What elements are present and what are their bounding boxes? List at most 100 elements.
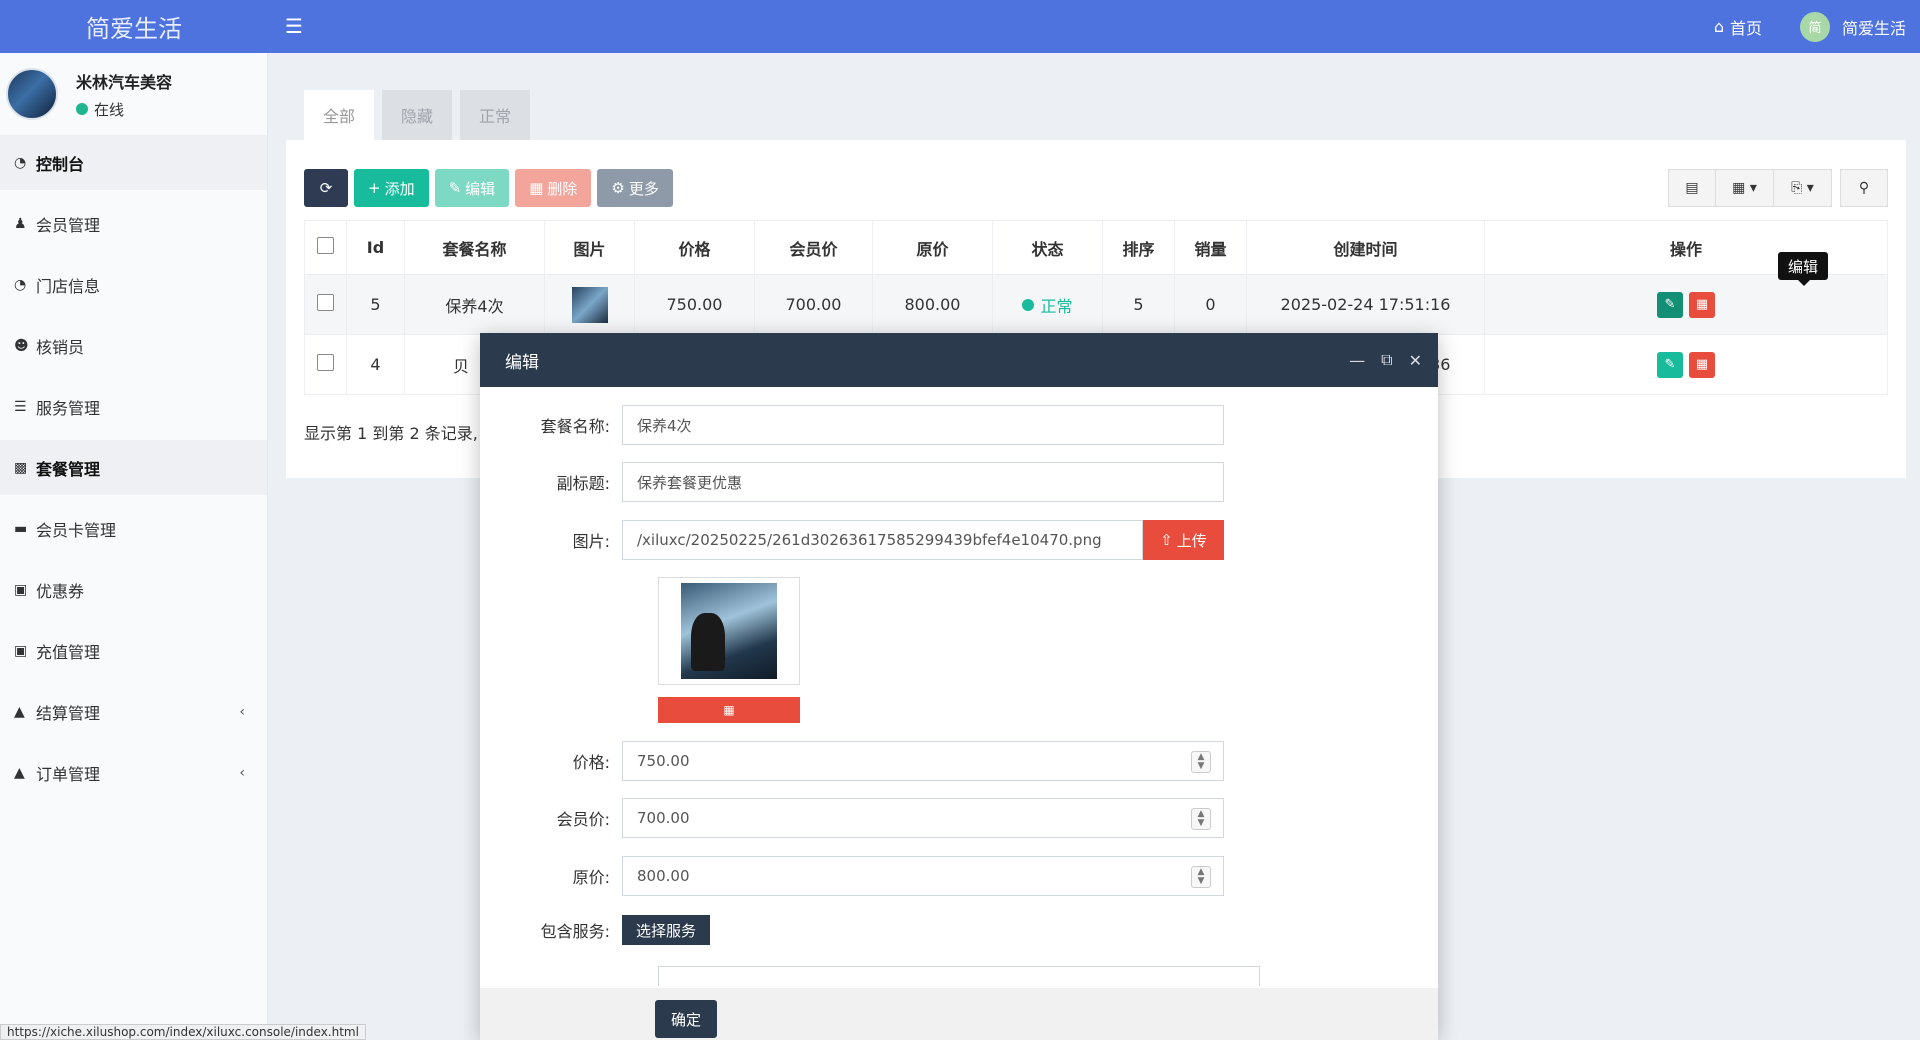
modal-header[interactable]: 编辑 — ⧉ ✕	[480, 333, 1438, 387]
remove-image-button[interactable]: ▦	[658, 697, 800, 723]
dashboard-icon: ◔	[14, 276, 27, 293]
form-row-price: 价格: 750.00 ▲ ▼	[480, 741, 1224, 781]
card-view-button[interactable]: ▤	[1668, 169, 1716, 207]
app-logo[interactable]: 简爱生活	[0, 0, 268, 53]
subtitle-field[interactable]: 保养套餐更优惠	[622, 462, 1224, 502]
image-path-field[interactable]: /xiluxc/20250225/261d30263617585299439bf…	[622, 520, 1143, 560]
row-delete-button[interactable]: ▦	[1689, 291, 1715, 318]
member-price-stepper[interactable]: ▲ ▼	[1191, 808, 1211, 830]
preview-image[interactable]	[681, 583, 777, 679]
add-label: 添加	[384, 179, 415, 198]
close-icon[interactable]: ✕	[1409, 351, 1422, 370]
col-sort[interactable]: 排序	[1102, 220, 1175, 275]
credit-card-icon: ▬	[14, 520, 28, 537]
refresh-button[interactable]: ⟳	[304, 169, 348, 207]
cell-sort: 5	[1102, 274, 1175, 335]
store-name: 米林汽车美容	[76, 72, 173, 92]
image-path-value: /xiluxc/20250225/261d30263617585299439bf…	[637, 531, 1102, 549]
columns-button[interactable]: ▦ ▾	[1716, 169, 1774, 207]
select-services-button[interactable]: 选择服务	[622, 915, 711, 945]
modal-footer: 确定	[480, 988, 1438, 1040]
sidebar-item-coupons[interactable]: ▣ 优惠券	[0, 562, 267, 617]
sidebar-item-members[interactable]: ♟ 会员管理	[0, 196, 267, 251]
tab-normal[interactable]: 正常	[460, 90, 530, 140]
user-menu[interactable]: 简 简爱生活	[1799, 11, 1906, 42]
services-field[interactable]	[658, 966, 1260, 986]
more-button[interactable]: ⚙ 更多	[597, 169, 673, 207]
original-price-stepper[interactable]: ▲ ▼	[1191, 866, 1211, 888]
select-all-checkbox[interactable]	[317, 237, 334, 254]
price-stepper[interactable]: ▲ ▼	[1191, 751, 1211, 773]
row-edit-button[interactable]: ✎	[1657, 351, 1683, 378]
price-field[interactable]: 750.00 ▲ ▼	[622, 741, 1224, 781]
row-checkbox[interactable]	[317, 294, 334, 311]
price-field-value: 750.00	[637, 752, 690, 770]
sidebar-item-verifiers[interactable]: ☻ 核销员	[0, 318, 267, 373]
sidebar-item-member-cards[interactable]: ▬ 会员卡管理	[0, 501, 267, 556]
member-price-field-value: 700.00	[637, 809, 690, 827]
confirm-button[interactable]: 确定	[655, 1000, 717, 1038]
table-tools: ▤ ▦ ▾ ⎘ ▾ ⚲	[1668, 169, 1888, 207]
user-icon: ♟	[14, 215, 27, 232]
sidebar-item-orders[interactable]: ▲ 订单管理 ‹	[0, 745, 267, 800]
row-checkbox[interactable]	[317, 354, 334, 371]
row-edit-button[interactable]: ✎	[1657, 291, 1683, 318]
edit-button[interactable]: ✎ 编辑	[434, 169, 510, 207]
menu-toggle-icon[interactable]: ☰	[285, 14, 303, 38]
sidebar-item-settlement[interactable]: ▲ 结算管理 ‹	[0, 684, 267, 739]
export-button[interactable]: ⎘ ▾	[1774, 169, 1832, 207]
upload-button[interactable]: ⇧ 上传	[1143, 520, 1224, 560]
sidebar-item-label: 结算管理	[36, 703, 101, 723]
sidebar-item-label: 优惠券	[36, 581, 85, 601]
sidebar-item-label: 充值管理	[36, 642, 101, 662]
dashboard-icon: ◔	[14, 154, 27, 171]
col-id[interactable]: Id	[346, 220, 405, 275]
col-sales[interactable]: 销量	[1174, 220, 1247, 275]
sidebar-item-services[interactable]: ☰ 服务管理	[0, 379, 267, 434]
col-created[interactable]: 创建时间	[1246, 220, 1485, 275]
sidebar-item-store-info[interactable]: ◔ 门店信息	[0, 257, 267, 312]
delete-label: 删除	[547, 179, 578, 198]
list-icon: ☰	[14, 398, 27, 415]
sidebar-item-dashboard[interactable]: ◔ 控制台	[0, 135, 267, 190]
table-row[interactable]: 5 保养4次 750.00 700.00 800.00 正常 5 0 2025-…	[304, 274, 1888, 335]
tab-all[interactable]: 全部	[304, 90, 374, 140]
maximize-icon[interactable]: ⧉	[1381, 350, 1392, 370]
col-name[interactable]: 套餐名称	[404, 220, 545, 275]
online-dot-icon	[76, 103, 88, 115]
chevron-left-icon: ‹	[239, 764, 245, 781]
minimize-icon[interactable]: —	[1349, 351, 1365, 370]
cell-status: 正常	[992, 274, 1103, 335]
money-icon: ▣	[14, 642, 28, 659]
row-delete-button[interactable]: ▦	[1689, 351, 1715, 378]
col-status[interactable]: 状态	[992, 220, 1103, 275]
status-dot-icon	[1022, 298, 1035, 311]
export-icon: ⎘ ▾	[1791, 180, 1814, 196]
sidebar-item-label: 订单管理	[36, 764, 101, 784]
status-badge[interactable]: 正常	[1022, 293, 1073, 317]
form-row-name: 套餐名称: 保养4次	[480, 405, 1224, 445]
col-original-price[interactable]: 原价	[872, 220, 993, 275]
sidebar-item-recharge[interactable]: ▣ 充值管理	[0, 623, 267, 678]
status-label: 正常	[1040, 296, 1073, 316]
name-field[interactable]: 保养4次	[622, 405, 1224, 445]
sidebar-item-packages[interactable]: ▩ 套餐管理	[0, 440, 267, 495]
col-image: 图片	[544, 220, 635, 275]
search-button[interactable]: ⚲	[1840, 169, 1888, 207]
add-button[interactable]: + 添加	[354, 169, 429, 207]
original-price-field[interactable]: 800.00 ▲ ▼	[622, 856, 1224, 896]
home-link[interactable]: ⌂ 首页	[1714, 15, 1762, 39]
trash-icon: ▦	[723, 703, 735, 717]
gift-icon: ▩	[14, 459, 28, 476]
trash-icon: ▦	[1695, 297, 1709, 312]
pencil-icon: ✎	[1664, 297, 1676, 312]
package-thumbnail[interactable]	[571, 286, 608, 323]
delete-button[interactable]: ▦ 删除	[515, 169, 592, 207]
col-member-price[interactable]: 会员价	[754, 220, 873, 275]
col-price[interactable]: 价格	[634, 220, 755, 275]
row-select-cell	[304, 334, 347, 395]
member-price-field[interactable]: 700.00 ▲ ▼	[622, 798, 1224, 838]
select-all-cell	[304, 220, 347, 275]
services-label: 包含服务:	[540, 922, 610, 941]
tab-hidden[interactable]: 隐藏	[382, 90, 452, 140]
